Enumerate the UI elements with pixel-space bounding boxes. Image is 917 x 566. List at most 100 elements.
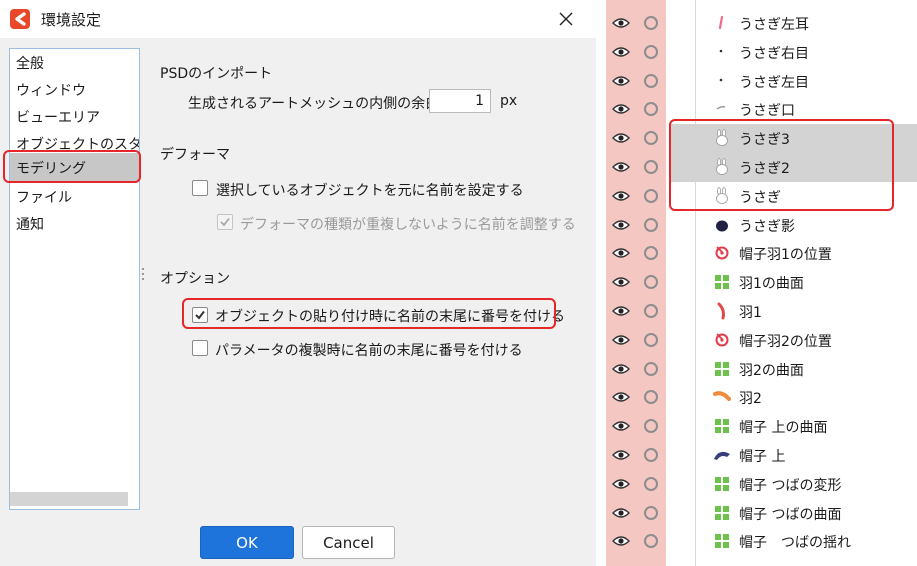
visibility-eye-icon[interactable] <box>612 132 630 144</box>
nav-item-notification[interactable]: 通知 <box>16 214 44 234</box>
visibility-eye-icon[interactable] <box>612 190 630 202</box>
tree-row-label[interactable]: うさぎ左目 <box>739 72 809 92</box>
visibility-eye-icon[interactable] <box>612 507 630 519</box>
warp-deformer-icon <box>713 417 731 435</box>
tree-row-label[interactable]: 羽1の曲面 <box>739 273 804 293</box>
tree-row-label[interactable]: うさぎ <box>739 187 781 207</box>
indent-column <box>666 0 696 566</box>
lock-toggle-circle[interactable] <box>644 218 658 232</box>
warp-deformer-icon <box>713 360 731 378</box>
tree-row-label[interactable]: うさぎ影 <box>739 216 795 236</box>
tree-row-label[interactable]: 帽子 つばの揺れ <box>739 532 851 552</box>
lock-toggle-circle[interactable] <box>644 390 658 404</box>
rabbit-icon <box>713 158 731 176</box>
mesh-margin-unit: px <box>500 93 518 109</box>
hat-top-icon <box>713 446 731 464</box>
warp-deformer-icon <box>713 504 731 522</box>
nav-item-modeling-label: モデリング <box>16 161 86 177</box>
warp-deformer-icon <box>713 273 731 291</box>
cancel-button[interactable]: Cancel <box>302 526 395 559</box>
nav-item-general[interactable]: 全般 <box>16 53 44 73</box>
nav-item-object-style[interactable]: オブジェクトのスタイル <box>16 134 139 154</box>
visibility-eye-icon[interactable] <box>612 276 630 288</box>
dialog-title: 環境設定 <box>41 11 102 29</box>
selected-row-band <box>669 124 917 153</box>
tree-row-label[interactable]: うさぎ左耳 <box>739 14 809 34</box>
lock-toggle-circle[interactable] <box>644 74 658 88</box>
visibility-eye-icon[interactable] <box>612 420 630 432</box>
tree-row-label[interactable]: 羽2の曲面 <box>739 360 804 380</box>
visibility-eye-icon[interactable] <box>612 247 630 259</box>
nav-item-view-area[interactable]: ビューエリア <box>16 107 100 127</box>
small-dot-icon <box>713 72 731 90</box>
rabbit-icon <box>713 187 731 205</box>
mesh-margin-input[interactable]: 1 <box>429 89 491 113</box>
tree-row-label[interactable]: うさぎ口 <box>739 100 795 120</box>
tree-row-label[interactable]: 帽子 つばの曲面 <box>739 504 841 524</box>
ok-button[interactable]: OK <box>200 526 294 559</box>
panel-gap <box>596 0 606 566</box>
checkmark-icon <box>220 217 230 227</box>
tree-row-label[interactable]: 帽子 上 <box>739 446 785 466</box>
visibility-eye-icon[interactable] <box>612 449 630 461</box>
tree-row-label[interactable]: 帽子 つばの変形 <box>739 475 841 495</box>
visibility-eye-icon[interactable] <box>612 219 630 231</box>
visibility-eye-icon[interactable] <box>612 391 630 403</box>
visibility-eye-icon[interactable] <box>612 17 630 29</box>
close-button[interactable] <box>544 0 588 38</box>
lock-toggle-circle[interactable] <box>644 506 658 520</box>
lock-toggle-circle[interactable] <box>644 419 658 433</box>
app-logo-icon <box>10 9 30 29</box>
tree-row-label[interactable]: うさぎ3 <box>739 129 790 149</box>
visibility-eye-icon[interactable] <box>612 161 630 173</box>
tree-row-label[interactable]: 羽2 <box>739 388 762 408</box>
visibility-eye-icon[interactable] <box>612 75 630 87</box>
lock-toggle-circle[interactable] <box>644 246 658 260</box>
lock-toggle-circle[interactable] <box>644 131 658 145</box>
visibility-eye-icon[interactable] <box>612 363 630 375</box>
selected-row-band <box>669 153 917 182</box>
lock-toggle-circle[interactable] <box>644 448 658 462</box>
rabbit-icon <box>713 129 731 147</box>
tree-row-label[interactable]: 羽1 <box>739 302 762 322</box>
mesh-margin-label: 生成されるアートメッシュの内側の余白 <box>188 96 440 112</box>
paste-number-checkbox[interactable] <box>192 307 208 323</box>
visibility-eye-icon[interactable] <box>612 305 630 317</box>
tree-row-label[interactable]: うさぎ2 <box>739 158 790 178</box>
lock-toggle-circle[interactable] <box>644 477 658 491</box>
visibility-eye-icon[interactable] <box>612 103 630 115</box>
visibility-eye-icon[interactable] <box>612 535 630 547</box>
category-list[interactable]: 全般 ウィンドウ ビューエリア オブジェクトのスタイル モデリング ファイル 通… <box>9 48 140 510</box>
param-dup-checkbox[interactable] <box>192 340 208 356</box>
title-bar[interactable]: 環境設定 <box>0 0 596 38</box>
nav-item-modeling[interactable]: モデリング <box>10 153 139 181</box>
deformer-dup-label: デフォーマの種類が重複しないように名前を調整する <box>240 217 576 233</box>
dark-blob-icon <box>713 216 731 234</box>
lock-toggle-circle[interactable] <box>644 45 658 59</box>
deformer-heading: デフォーマ <box>160 147 230 163</box>
visibility-eye-icon[interactable] <box>612 46 630 58</box>
deformer-dup-checkbox[interactable] <box>217 214 233 230</box>
close-icon <box>559 12 573 26</box>
lock-toggle-circle[interactable] <box>644 102 658 116</box>
lock-toggle-circle[interactable] <box>644 534 658 548</box>
lock-toggle-circle[interactable] <box>644 362 658 376</box>
nav-item-file[interactable]: ファイル <box>16 187 72 207</box>
visibility-eye-icon[interactable] <box>612 478 630 490</box>
nav-item-window[interactable]: ウィンドウ <box>16 80 86 100</box>
options-heading: オプション <box>160 271 230 287</box>
tree-row-label[interactable]: 帽子羽2の位置 <box>739 331 832 351</box>
splitter-handle[interactable] <box>142 268 145 283</box>
visibility-eye-icon[interactable] <box>612 334 630 346</box>
tree-row-label[interactable]: 帽子羽1の位置 <box>739 244 832 264</box>
lock-toggle-circle[interactable] <box>644 275 658 289</box>
tree-row-label[interactable]: 帽子 上の曲面 <box>739 417 827 437</box>
lock-toggle-circle[interactable] <box>644 304 658 318</box>
lock-toggle-circle[interactable] <box>644 160 658 174</box>
lock-toggle-circle[interactable] <box>644 189 658 203</box>
lock-toggle-circle[interactable] <box>644 16 658 30</box>
lock-toggle-circle[interactable] <box>644 333 658 347</box>
tree-row-label[interactable]: うさぎ右目 <box>739 43 809 63</box>
horizontal-scrollbar[interactable] <box>10 492 128 506</box>
deformer-name-checkbox[interactable] <box>192 180 208 196</box>
